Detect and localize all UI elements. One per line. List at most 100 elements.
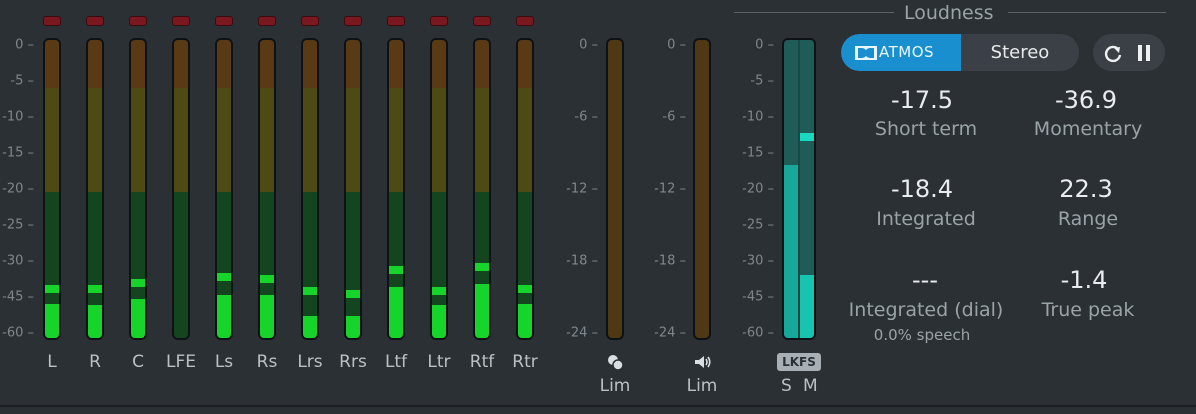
channel-label: R	[89, 352, 101, 372]
scale-tick-label: -60 –	[2, 325, 34, 341]
short-term-value: -17.5	[890, 86, 954, 114]
short-term-label: Short term	[874, 118, 978, 140]
meter-zone-over	[303, 40, 317, 88]
dial-label: Integrated (dial)	[848, 299, 1004, 321]
scale-tick-label: -30 –	[742, 253, 774, 269]
meter-zone-over	[45, 40, 59, 88]
channel-meter	[129, 38, 147, 340]
clip-indicator[interactable]	[43, 16, 61, 26]
dial-value: ---	[912, 266, 938, 294]
meter-zone-warn	[174, 87, 188, 192]
meter-zone-over	[217, 40, 231, 88]
integrated-value: -18.4	[890, 175, 954, 203]
clip-indicator[interactable]	[473, 16, 491, 26]
scale-tick-label: -10 –	[742, 109, 774, 125]
meter-zone-warn	[432, 87, 446, 192]
integrated-label: Integrated	[876, 208, 976, 230]
channel-meter	[516, 38, 534, 340]
level-fill	[432, 305, 446, 338]
channel-meter	[387, 38, 405, 340]
pause-icon[interactable]	[1137, 45, 1151, 61]
scale-tick-label: -15 –	[2, 145, 34, 161]
reset-icon[interactable]	[1103, 43, 1123, 63]
scale-tick-label: -18 –	[654, 253, 686, 269]
scale-tick-label: -45 –	[742, 289, 774, 305]
momentary-label: Momentary	[1033, 118, 1143, 140]
dolby-logo-icon	[855, 46, 877, 60]
channel-meter	[301, 38, 319, 340]
meter-zone-over	[260, 40, 274, 88]
channel-label: LFE	[166, 352, 196, 372]
range-label: Range	[1057, 208, 1119, 230]
channel-meter	[215, 38, 233, 340]
peak-hold	[518, 285, 532, 294]
header-divider-right	[1008, 12, 1166, 13]
channel-meter	[344, 38, 362, 340]
peak-hold	[475, 262, 489, 271]
channel-meter	[43, 38, 61, 340]
bottom-divider	[0, 405, 1196, 407]
clip-indicator[interactable]	[301, 16, 319, 26]
momentary-value: -36.9	[1054, 86, 1118, 114]
loudness-meter-panel: 0 – -5 – -10 – -15 – -20 – -25 – -30 – -45 – -60…	[0, 0, 1196, 414]
stereo-mode-button[interactable]: Stereo	[961, 34, 1079, 71]
meter-zone-over	[518, 40, 532, 88]
momentary-bar	[800, 40, 814, 338]
peak-hold	[131, 279, 145, 288]
true-peak-label: True peak	[1041, 299, 1135, 321]
dialogue-icon	[608, 355, 624, 371]
scale-tick-label: -30 –	[2, 253, 34, 269]
clip-indicator[interactable]	[430, 16, 448, 26]
clip-indicator[interactable]	[344, 16, 362, 26]
scale-tick-label: -12 –	[654, 181, 686, 197]
scale-tick-label: -18 –	[566, 253, 598, 269]
clip-indicator[interactable]	[516, 16, 534, 26]
lkfs-s-label: S	[781, 376, 792, 396]
meter-zone-over	[346, 40, 360, 88]
clip-indicator[interactable]	[172, 16, 190, 26]
scale-tick-label: -25 –	[2, 217, 34, 233]
peak-hold	[260, 274, 274, 283]
clip-indicator[interactable]	[86, 16, 104, 26]
channel-meter	[172, 38, 190, 340]
clip-indicator[interactable]	[129, 16, 147, 26]
clip-indicator[interactable]	[387, 16, 405, 26]
speaker-icon	[695, 356, 711, 368]
level-fill	[303, 315, 317, 338]
scale-tick-label: 0 –	[667, 37, 686, 53]
channel-meter	[430, 38, 448, 340]
clip-indicator[interactable]	[215, 16, 233, 26]
scale-tick-label: -6 –	[574, 109, 598, 125]
peak-hold	[346, 289, 360, 298]
scale-tick-label: -10 –	[2, 109, 34, 125]
level-fill	[475, 284, 489, 338]
channel-label: Ltf	[384, 352, 408, 372]
range-value: 22.3	[1059, 175, 1113, 203]
meter-zone-warn	[45, 87, 59, 192]
scale-tick-label: -60 –	[742, 325, 774, 341]
peak-hold	[432, 286, 446, 295]
channel-scale: 0 – -5 – -10 – -15 – -20 – -25 – -30 – -45 – -60…	[0, 0, 34, 414]
meter-zone-over	[432, 40, 446, 88]
meter-zone-normal	[174, 191, 188, 338]
lim2-label: Lim	[686, 376, 718, 396]
lim2-scale: 0 – -6 – -12 – -18 – -24 –	[636, 0, 686, 414]
scale-tick-label: 0 –	[15, 37, 34, 53]
transport-controls	[1093, 34, 1165, 71]
lim2-meter	[693, 38, 711, 340]
channel-label: L	[47, 352, 57, 372]
meter-zone-over	[88, 40, 102, 88]
channel-label: Rs	[256, 352, 278, 372]
atmos-label: ATMOS	[879, 43, 935, 61]
channel-label: Rtf	[469, 352, 495, 372]
true-peak-value: -1.4	[1060, 266, 1108, 294]
meter-zone-warn	[88, 87, 102, 192]
lim1-scale: 0 – -6 – -12 – -18 – -24 –	[548, 0, 598, 414]
peak-hold	[217, 273, 231, 282]
atmos-mode-button[interactable]: ATMOS	[841, 34, 961, 71]
meter-zone-over	[131, 40, 145, 88]
level-fill	[389, 287, 403, 338]
level-fill	[260, 294, 274, 338]
clip-indicator[interactable]	[258, 16, 276, 26]
meter-zone-warn	[217, 87, 231, 192]
